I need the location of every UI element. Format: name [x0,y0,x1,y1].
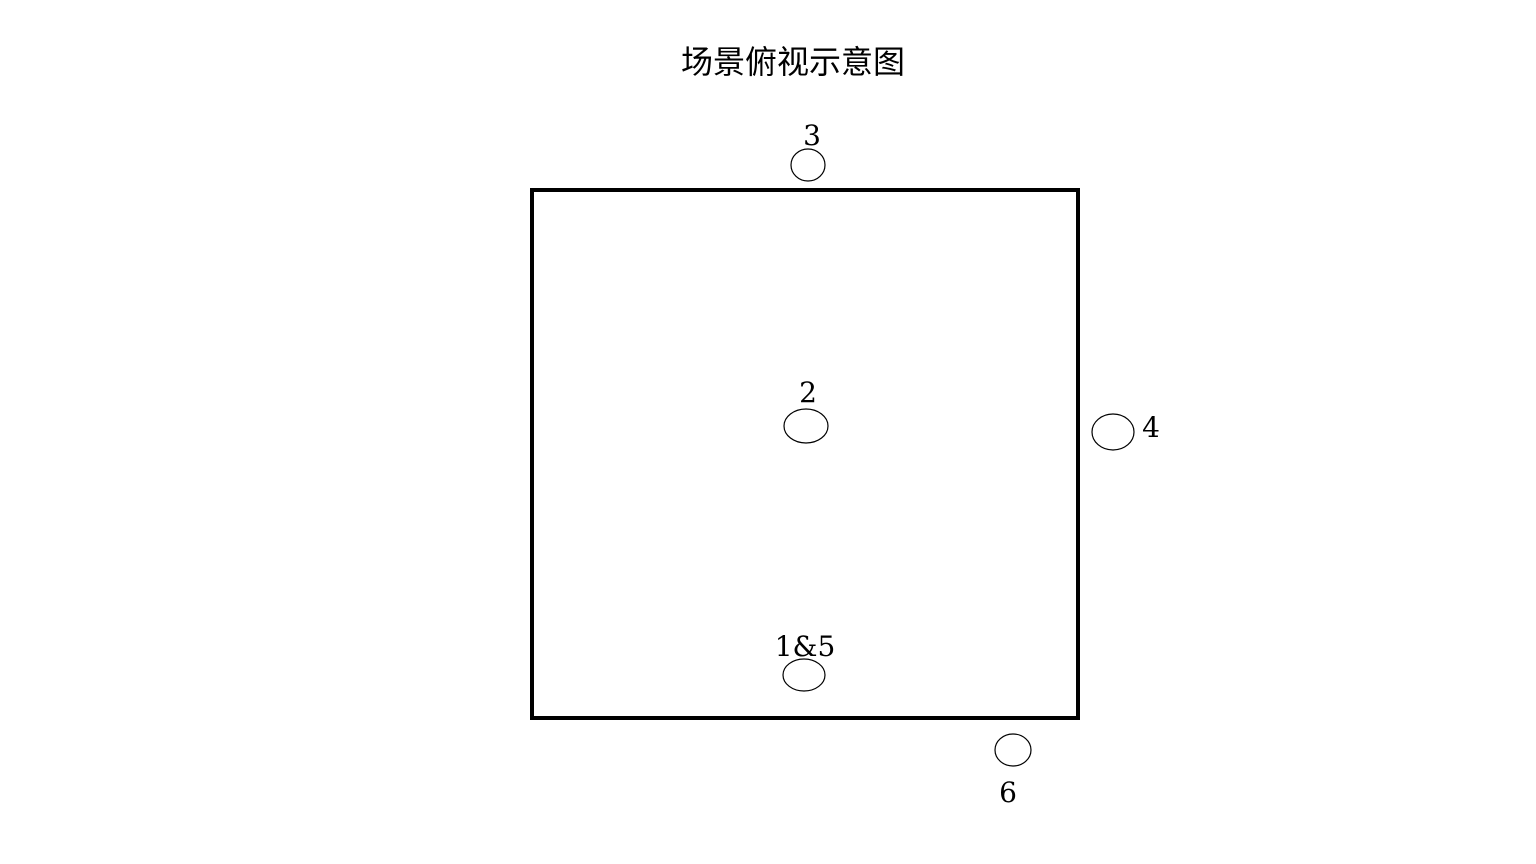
diagram-title: 场景俯视示意图 [681,43,905,81]
marker-1-and-5-circle [782,658,826,692]
marker-2-circle [783,408,829,444]
marker-3-label: 3 [803,119,821,152]
marker-2-label: 2 [799,376,817,409]
marker-1-and-5-label: 1&5 [775,630,836,663]
marker-4: 4 [1091,411,1160,451]
marker-6: 6 [994,733,1032,809]
marker-6-label: 6 [999,776,1017,809]
marker-1-and-5: 1&5 [775,630,836,692]
scene-top-view-diagram: 场景俯视示意图 3 2 4 1&5 6 [530,43,1160,809]
marker-4-circle [1091,413,1135,451]
marker-6-circle [994,733,1032,767]
marker-3-circle [790,148,826,182]
marker-3: 3 [790,119,826,182]
marker-2: 2 [783,376,829,444]
marker-4-label: 4 [1142,411,1160,444]
